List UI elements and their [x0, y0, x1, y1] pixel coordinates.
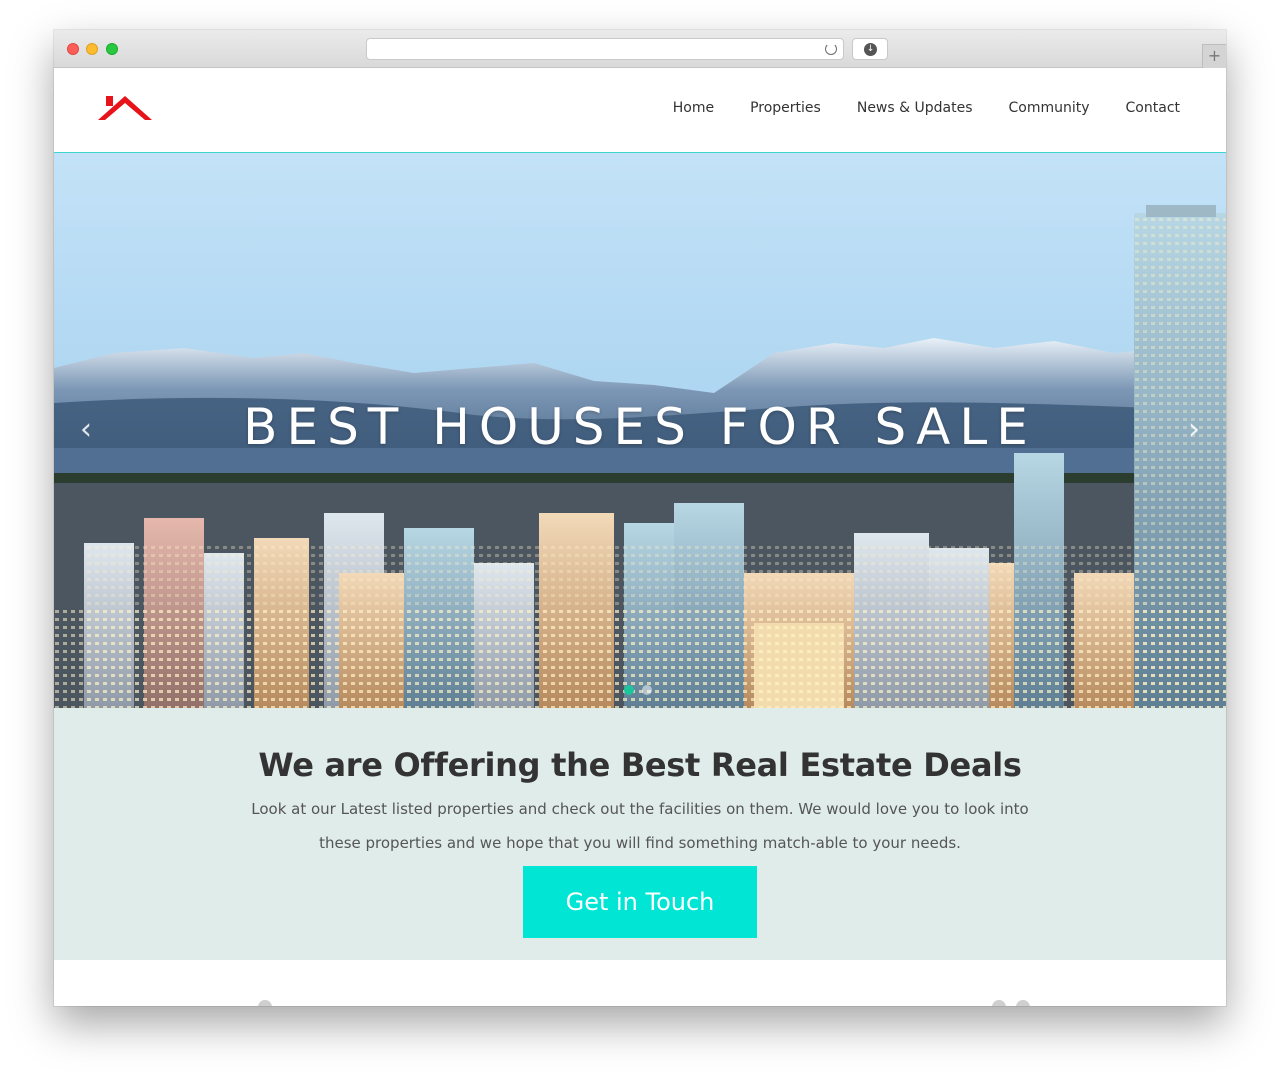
address-bar[interactable]	[366, 38, 844, 60]
slider-prev-arrow-icon[interactable]: ‹	[71, 415, 101, 445]
partial-icon	[1016, 1000, 1030, 1006]
slider-next-arrow-icon[interactable]: ›	[1179, 415, 1209, 445]
nav-item-home[interactable]: Home	[673, 100, 714, 116]
maximize-window-button[interactable]	[106, 43, 118, 55]
get-in-touch-button[interactable]: Get in Touch	[523, 866, 757, 938]
nav-item-properties[interactable]: Properties	[750, 100, 821, 116]
offer-text: Look at our Latest listed properties and…	[251, 800, 1029, 852]
nav-item-community[interactable]: Community	[1009, 100, 1090, 116]
nav-item-contact[interactable]: Contact	[1126, 100, 1180, 116]
minimize-window-button[interactable]	[86, 43, 98, 55]
hero-slider: BEST HOUSES FOR SALE ‹ ›	[54, 153, 1226, 708]
browser-toolbar: ↓ +	[54, 30, 1226, 68]
download-button[interactable]: ↓	[852, 38, 888, 60]
main-nav: Home Properties News & Updates Community…	[637, 100, 1180, 116]
nav-item-news-updates[interactable]: News & Updates	[857, 100, 973, 116]
partial-icon	[258, 1000, 272, 1006]
close-window-button[interactable]	[67, 43, 79, 55]
house-roof-logo[interactable]	[96, 92, 154, 124]
slider-dot-2[interactable]	[642, 685, 652, 695]
next-section-partial	[54, 960, 1226, 1006]
offer-heading: We are Offering the Best Real Estate Dea…	[258, 746, 1022, 784]
browser-window: ↓ + Home Properties News & Updates Commu…	[54, 30, 1226, 1006]
offer-section: We are Offering the Best Real Estate Dea…	[54, 708, 1226, 960]
new-tab-icon[interactable]: +	[1202, 44, 1226, 68]
slider-pagination	[624, 685, 652, 695]
reload-icon[interactable]	[825, 43, 837, 55]
hero-title: BEST HOUSES FOR SALE	[243, 398, 1037, 456]
download-icon: ↓	[864, 43, 877, 56]
site-header: Home Properties News & Updates Community…	[54, 68, 1226, 153]
slider-dot-1[interactable]	[624, 685, 634, 695]
partial-icon	[992, 1000, 1006, 1006]
